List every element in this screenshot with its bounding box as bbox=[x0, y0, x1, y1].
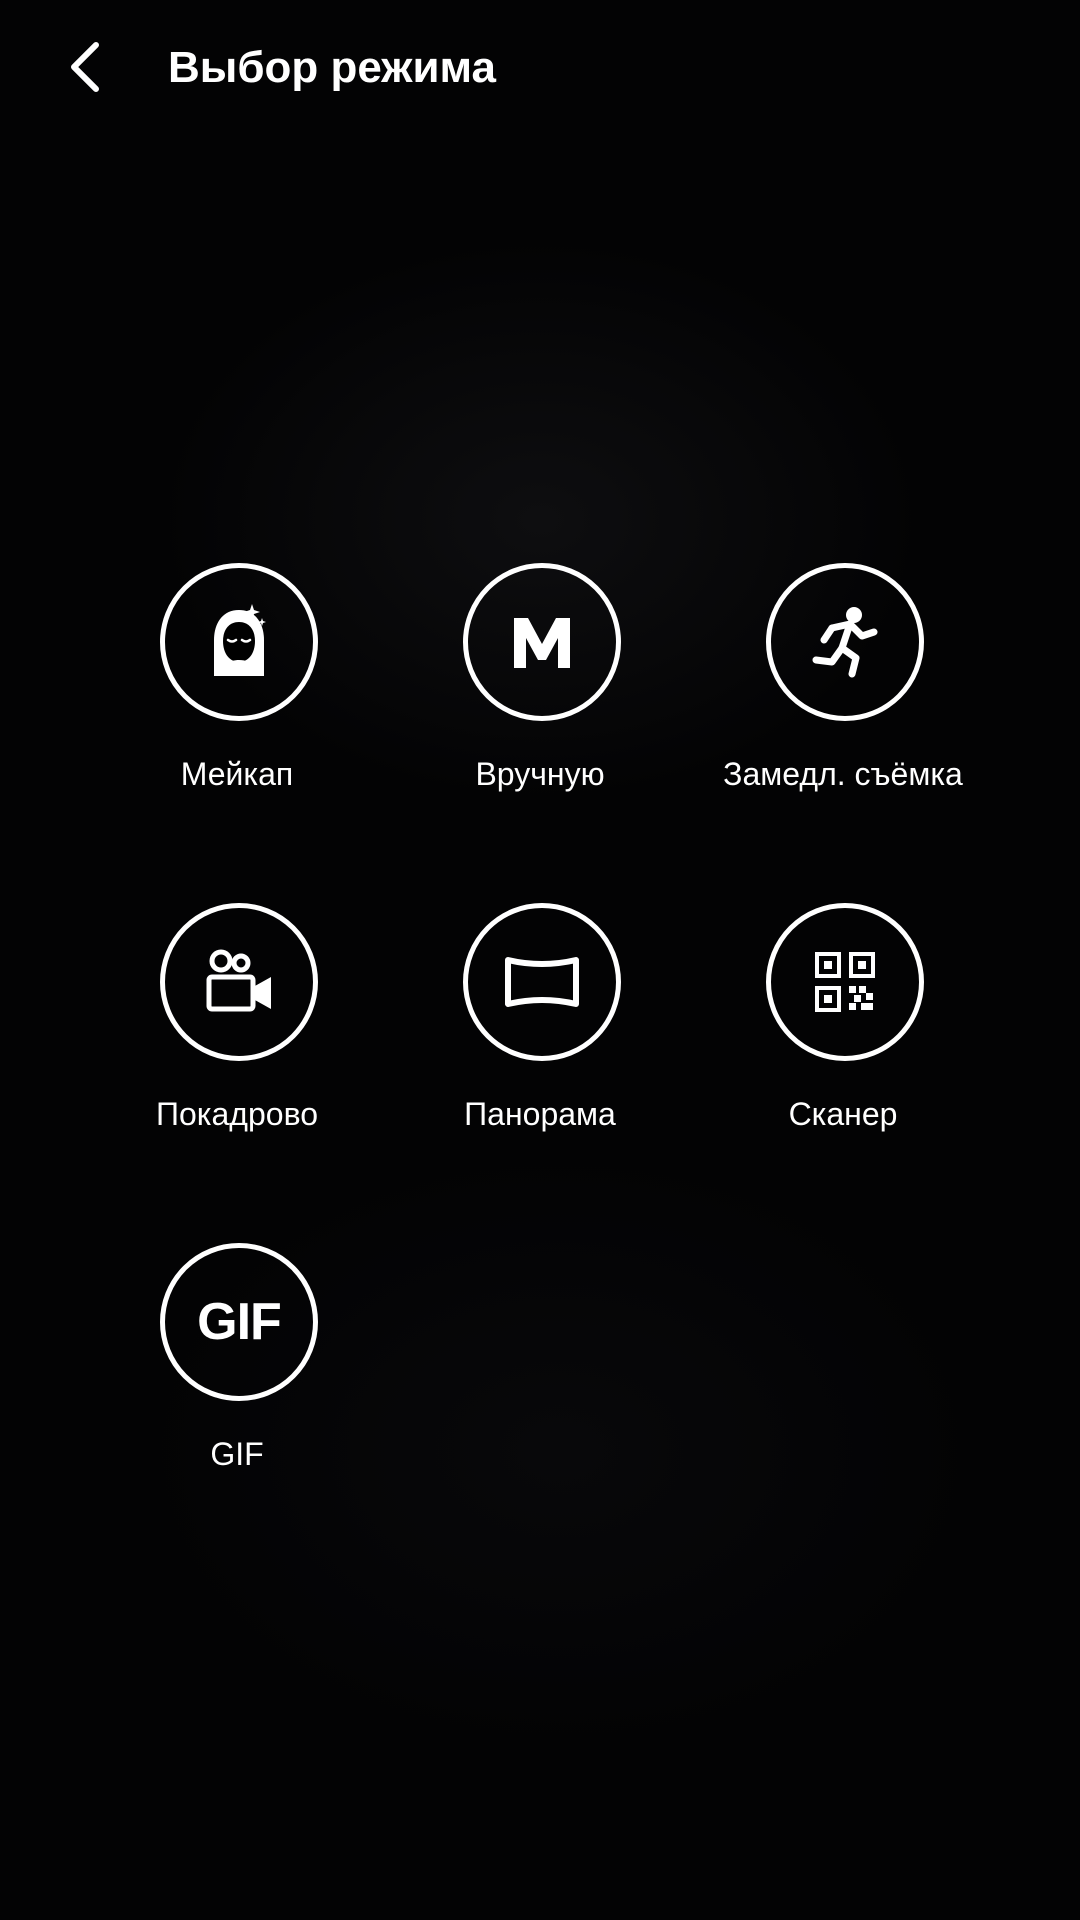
mode-panorama-label: Панорама bbox=[464, 1096, 616, 1132]
mode-slow-motion-circle[interactable] bbox=[766, 563, 924, 721]
mode-panorama-circle[interactable] bbox=[463, 903, 621, 1061]
movie-camera-icon bbox=[206, 949, 271, 1012]
running-person-icon bbox=[812, 607, 878, 678]
mode-time-lapse[interactable]: Покадрово bbox=[87, 903, 387, 1203]
mode-gif[interactable]: GIF GIF bbox=[87, 1243, 387, 1543]
chevron-left-icon bbox=[71, 42, 99, 92]
back-button[interactable] bbox=[44, 22, 128, 112]
header: Выбор режима bbox=[0, 0, 1080, 136]
mode-time-lapse-label: Покадрово bbox=[156, 1096, 318, 1132]
mode-slow-motion[interactable]: Замедл. съёмка bbox=[693, 563, 993, 863]
manual-m-icon bbox=[514, 618, 570, 668]
qr-code-icon bbox=[815, 952, 875, 1012]
mode-selection-screen: Выбор режима Мейкап Вручную Замедл. съём… bbox=[0, 0, 1080, 1920]
mode-gif-label: GIF bbox=[210, 1436, 264, 1472]
face-makeup-icon bbox=[214, 604, 266, 676]
mode-scanner[interactable]: Сканер bbox=[693, 903, 993, 1203]
mode-makeup[interactable]: Мейкап bbox=[87, 563, 387, 863]
mode-panorama[interactable]: Панорама bbox=[390, 903, 690, 1203]
mode-makeup-circle[interactable] bbox=[160, 563, 318, 721]
mode-makeup-label: Мейкап bbox=[180, 756, 294, 792]
page-title: Выбор режима bbox=[168, 43, 496, 92]
mode-manual-label: Вручную bbox=[475, 756, 605, 792]
mode-manual-circle[interactable] bbox=[463, 563, 621, 721]
mode-slow-motion-label: Замедл. съёмка bbox=[723, 756, 963, 792]
gif-icon: GIF bbox=[197, 1293, 282, 1351]
mode-gif-circle[interactable]: GIF bbox=[160, 1243, 318, 1401]
panorama-icon bbox=[505, 957, 579, 1007]
mode-scanner-circle[interactable] bbox=[766, 903, 924, 1061]
mode-scanner-label: Сканер bbox=[788, 1096, 898, 1132]
mode-time-lapse-circle[interactable] bbox=[160, 903, 318, 1061]
mode-manual[interactable]: Вручную bbox=[390, 563, 690, 863]
